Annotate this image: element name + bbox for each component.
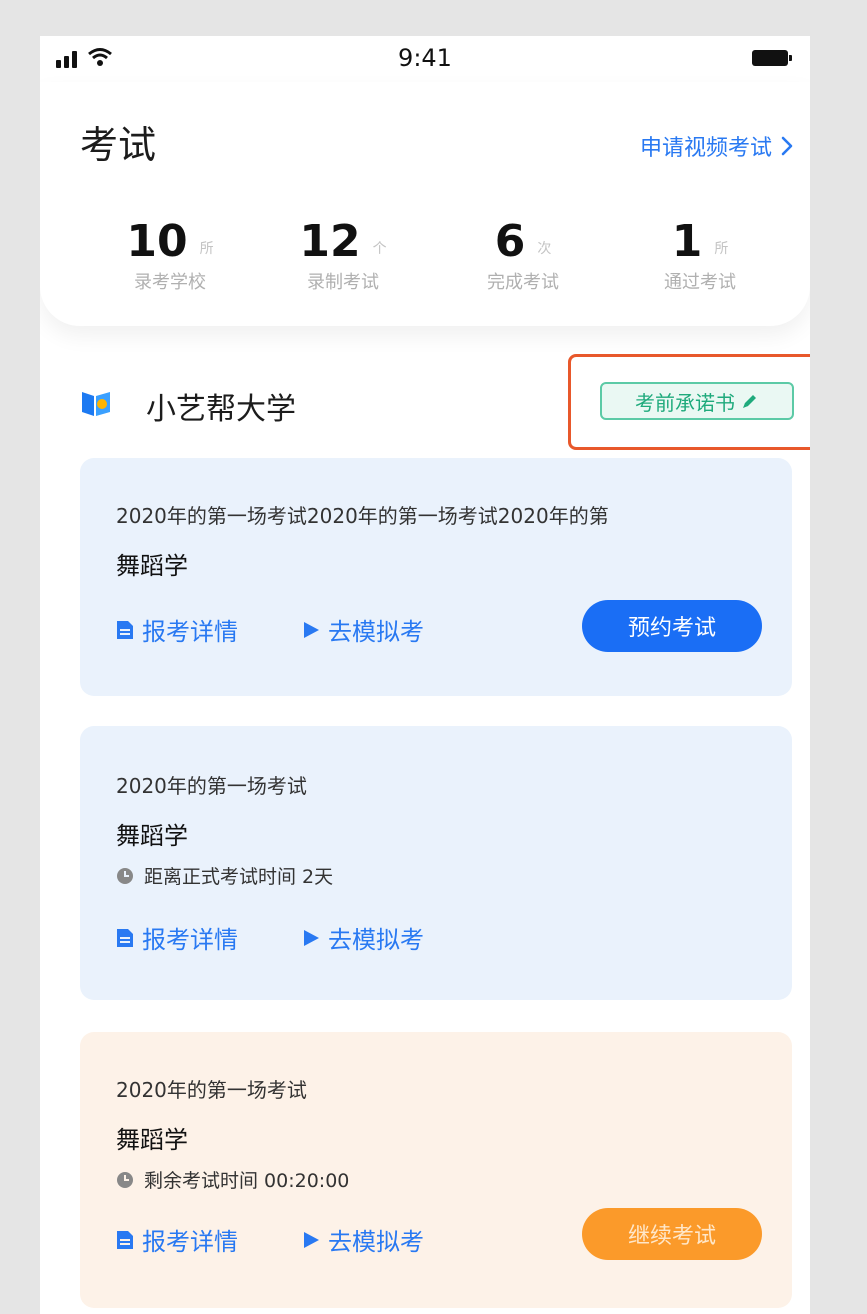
pencil-icon	[743, 395, 756, 408]
exam-card: 2020年的第一场考试 舞蹈学 剩余考试时间 00:20:00 报考详情 去模拟…	[80, 1032, 792, 1308]
stat-completed: 6 次 完成考试	[433, 210, 613, 294]
stats-row: 10 所 录考学校 12 个 录制考试 6 次 完成考试 1 所 通过考试	[80, 210, 780, 310]
stat-unit: 所	[199, 241, 214, 257]
exam-card: 2020年的第一场考试 舞蹈学 距离正式考试时间 2天 报考详情 去模拟考	[80, 726, 792, 1000]
exam-card: 2020年的第一场考试2020年的第一场考试2020年的第 舞蹈学 报考详情 去…	[80, 458, 792, 696]
countdown-text: 剩余考试时间 00:20:00	[144, 1170, 350, 1192]
exam-countdown: 距离正式考试时间 2天	[116, 862, 333, 889]
play-icon	[304, 929, 319, 946]
document-icon	[117, 1230, 133, 1249]
pledge-button[interactable]: 考前承诺书	[600, 382, 794, 420]
exam-title: 2020年的第一场考试	[116, 774, 307, 798]
stat-label: 完成考试	[487, 272, 559, 293]
status-bar: 9:41	[40, 36, 810, 82]
exam-details-link[interactable]: 报考详情	[116, 612, 238, 647]
document-icon	[117, 620, 133, 639]
stat-unit: 个	[372, 241, 387, 257]
exam-subject: 舞蹈学	[116, 552, 188, 580]
stat-value: 12	[299, 216, 361, 267]
apply-video-exam-link[interactable]: 申请视频考试	[640, 130, 794, 162]
pledge-button-label: 考前承诺书	[635, 390, 735, 415]
book-exam-button[interactable]: 预约考试	[582, 600, 762, 652]
countdown-text: 距离正式考试时间 2天	[144, 866, 334, 888]
play-icon	[304, 1231, 319, 1248]
exam-details-label: 报考详情	[142, 926, 238, 954]
stat-label: 通过考试	[664, 272, 736, 293]
exam-details-link[interactable]: 报考详情	[116, 1222, 238, 1257]
school-row: 小艺帮大学 考前承诺书	[40, 354, 810, 450]
stat-value: 6	[494, 216, 526, 267]
stat-unit: 所	[714, 241, 729, 257]
clock-icon	[117, 1171, 133, 1188]
stat-schools: 10 所 录考学校	[80, 210, 260, 294]
exam-details-label: 报考详情	[142, 618, 238, 646]
exam-subject: 舞蹈学	[116, 822, 188, 850]
stat-passed: 1 所 通过考试	[610, 210, 790, 294]
exam-title: 2020年的第一场考试	[116, 1078, 307, 1102]
stat-label: 录考学校	[134, 272, 206, 293]
mock-exam-link[interactable]: 去模拟考	[302, 612, 424, 647]
mock-exam-label: 去模拟考	[328, 1228, 424, 1256]
exam-subject: 舞蹈学	[116, 1126, 188, 1154]
apply-video-exam-label: 申请视频考试	[639, 136, 772, 161]
exam-details-link[interactable]: 报考详情	[116, 920, 238, 955]
clock-icon	[117, 867, 133, 884]
mock-exam-link[interactable]: 去模拟考	[302, 1222, 424, 1257]
school-logo-icon	[82, 392, 110, 416]
play-icon	[304, 621, 319, 638]
status-time: 9:41	[398, 44, 452, 72]
stat-value: 10	[126, 216, 188, 267]
stat-unit: 次	[537, 241, 552, 257]
document-icon	[117, 928, 133, 947]
chevron-right-icon	[781, 136, 793, 156]
school-name: 小艺帮大学	[146, 392, 296, 427]
phone-screen: 9:41 考试 申请视频考试 10 所 录考学校 12 个 录制考试 6 次 完…	[40, 36, 810, 1314]
stat-recorded: 12 个 录制考试	[253, 210, 433, 294]
mock-exam-label: 去模拟考	[328, 618, 424, 646]
exam-title: 2020年的第一场考试2020年的第一场考试2020年的第	[116, 504, 609, 528]
exam-countdown: 剩余考试时间 00:20:00	[116, 1166, 349, 1193]
mock-exam-label: 去模拟考	[328, 926, 424, 954]
stat-value: 1	[671, 216, 703, 267]
exam-details-label: 报考详情	[142, 1228, 238, 1256]
battery-icon	[752, 50, 792, 66]
stat-label: 录制考试	[307, 272, 379, 293]
page-title: 考试	[80, 123, 157, 167]
mock-exam-link[interactable]: 去模拟考	[302, 920, 424, 955]
continue-exam-button[interactable]: 继续考试	[582, 1208, 762, 1260]
